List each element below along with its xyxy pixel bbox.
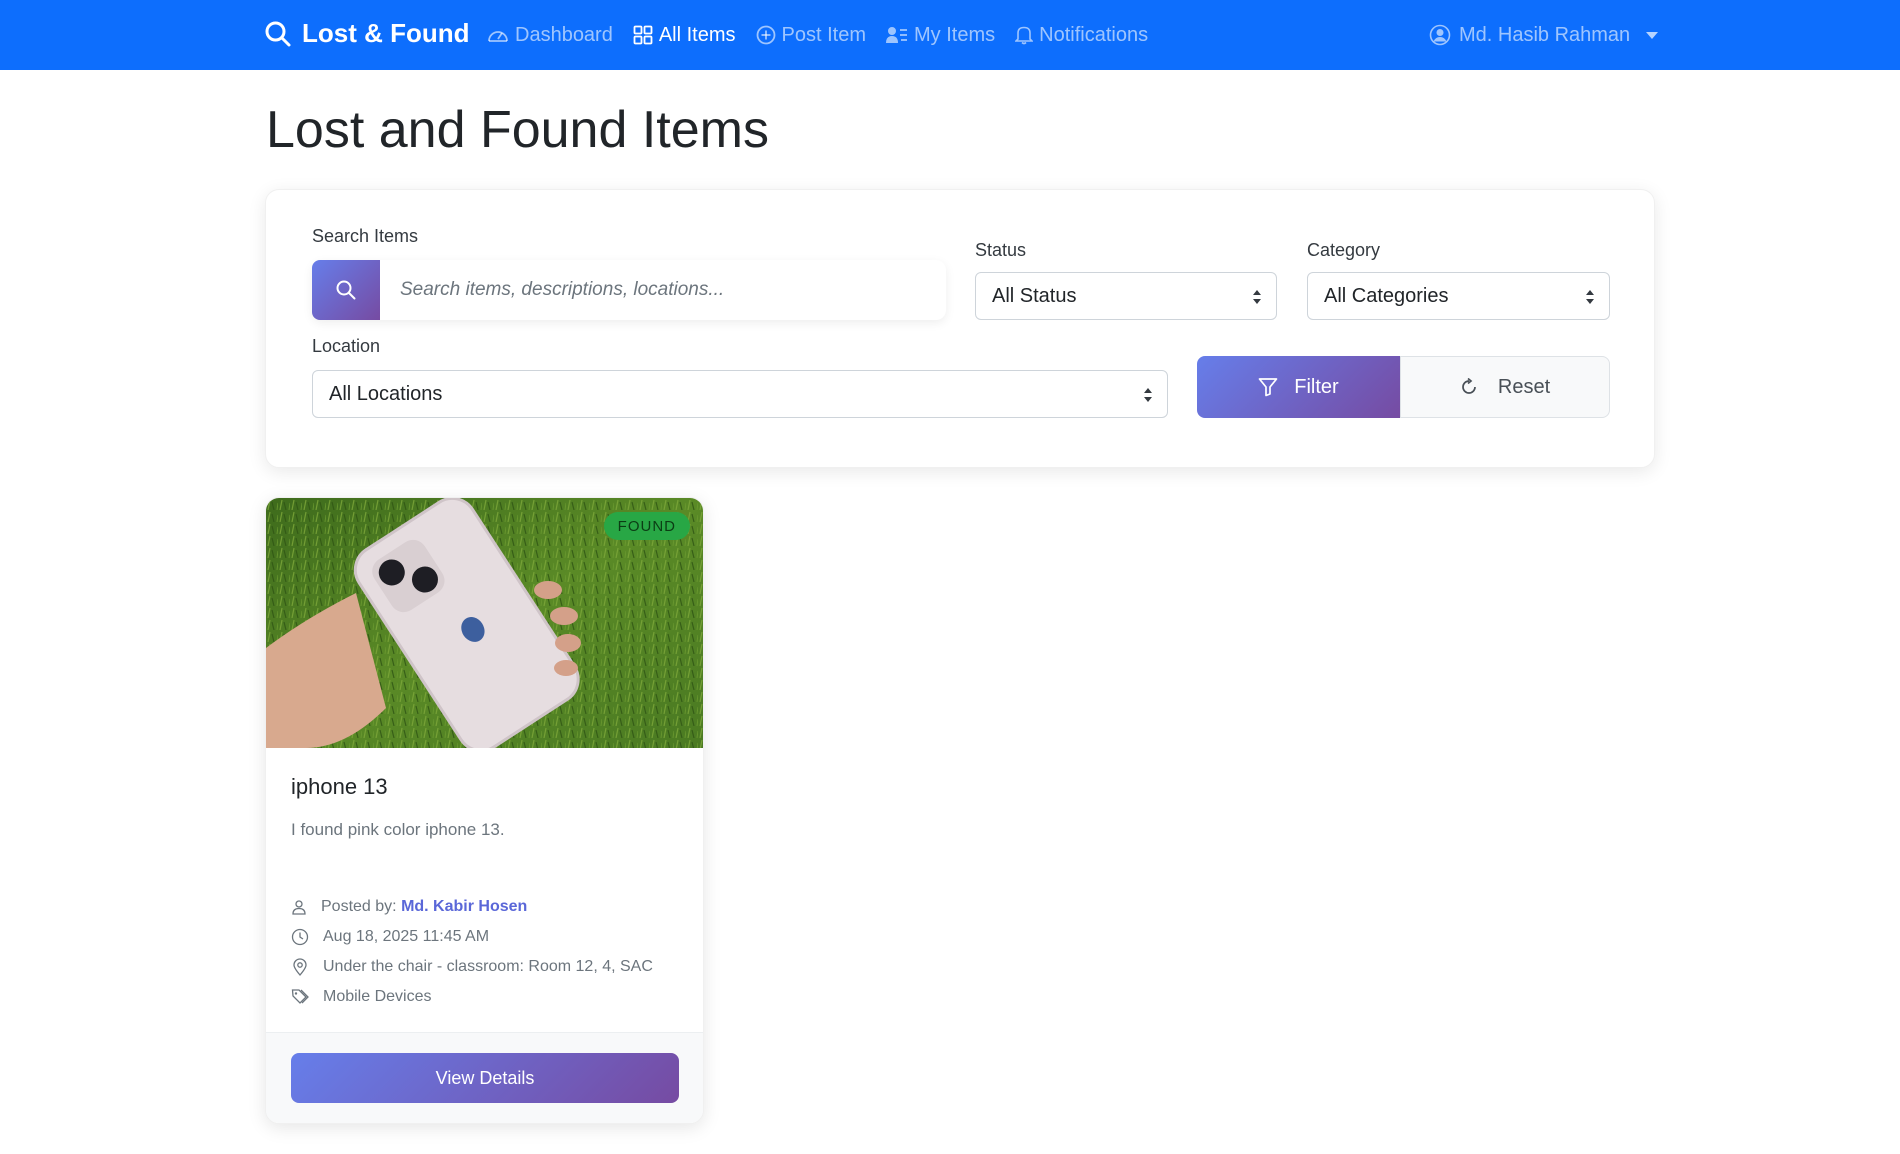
category-label: Category xyxy=(1307,240,1381,260)
search-button[interactable] xyxy=(312,260,380,320)
item-category-text: Mobile Devices xyxy=(323,988,432,1005)
card-footer: View Details xyxy=(266,1032,703,1123)
grid-icon xyxy=(633,25,653,45)
user-name: Md. Hasib Rahman xyxy=(1459,23,1631,46)
location-select[interactable]: All Locations xyxy=(312,370,1168,418)
item-date-text: Aug 18, 2025 11:45 AM xyxy=(323,928,490,945)
filter-button-label: Filter xyxy=(1294,375,1339,398)
category-select-value: All Categories xyxy=(1324,284,1449,307)
item-description: I found pink color iphone 13. xyxy=(291,820,505,839)
view-details-button[interactable]: View Details xyxy=(291,1053,679,1103)
item-posted-by: Posted by: Md. Kabir Hosen xyxy=(291,898,527,916)
chevron-down-icon xyxy=(1646,31,1659,39)
nav-label-post-item: Post Item xyxy=(781,23,867,46)
clock-icon xyxy=(291,928,309,946)
nav-label-all-items: All Items xyxy=(658,23,736,46)
select-arrows-icon xyxy=(1253,290,1261,304)
bell-icon xyxy=(1015,26,1034,45)
nav-item-post-item[interactable]: Post Item xyxy=(756,24,866,47)
funnel-icon xyxy=(1258,378,1278,397)
refresh-icon xyxy=(1462,378,1476,394)
filter-button[interactable]: Filter xyxy=(1197,356,1400,418)
search-label: Search Items xyxy=(312,226,419,246)
search-icon xyxy=(265,21,291,46)
location-select-value: All Locations xyxy=(329,382,443,405)
item-title: iphone 13 xyxy=(291,774,388,799)
brand-name: Lost & Found xyxy=(302,18,470,48)
search-group xyxy=(312,260,946,320)
nav-item-dashboard[interactable]: Dashboard xyxy=(487,24,613,47)
search-icon xyxy=(336,280,356,300)
status-select[interactable]: All Status xyxy=(975,272,1277,320)
nav-item-all-items[interactable]: All Items xyxy=(633,24,736,47)
status-select-value: All Status xyxy=(992,284,1077,307)
item-card: FOUND iphone 13 I found pink color iphon… xyxy=(265,497,704,1124)
location-label: Location xyxy=(312,336,381,356)
select-arrows-icon xyxy=(1586,290,1594,304)
nav-item-my-items[interactable]: My Items xyxy=(886,24,995,47)
item-location: Under the chair - classroom: Room 12, 4,… xyxy=(291,958,653,976)
page-title: Lost and Found Items xyxy=(266,101,769,159)
reset-button[interactable]: Reset xyxy=(1400,356,1610,418)
item-location-text: Under the chair - classroom: Room 12, 4,… xyxy=(323,958,653,975)
nav-menu: Dashboard All Items Post Item My Items N… xyxy=(487,0,1148,70)
tags-icon xyxy=(291,989,309,1004)
search-input[interactable] xyxy=(380,260,946,320)
nav-label-notifications: Notifications xyxy=(1039,23,1149,46)
select-arrows-icon xyxy=(1144,388,1152,402)
person-lines-icon xyxy=(886,27,908,43)
item-category: Mobile Devices xyxy=(291,988,431,1006)
person-circle-icon xyxy=(1429,24,1451,46)
person-icon xyxy=(292,900,306,915)
reset-button-label: Reset xyxy=(1497,375,1551,398)
location-pin-icon xyxy=(293,958,307,976)
plus-circle-icon xyxy=(756,25,775,45)
nav-label-my-items: My Items xyxy=(914,23,996,46)
category-select[interactable]: All Categories xyxy=(1307,272,1610,320)
nav-label-dashboard: Dashboard xyxy=(515,23,613,46)
navbar: Lost & Found Dashboard All Items Post It… xyxy=(0,0,1900,70)
status-badge: FOUND xyxy=(603,512,690,540)
brand-link[interactable]: Lost & Found xyxy=(264,18,470,49)
speedometer-icon xyxy=(488,31,508,42)
posted-by-label: Posted by: xyxy=(321,898,397,915)
filter-card: Search Items Status All Status Category … xyxy=(265,189,1655,468)
nav-item-notifications[interactable]: Notifications xyxy=(1015,24,1148,47)
status-label: Status xyxy=(975,240,1027,260)
user-menu[interactable]: Md. Hasib Rahman xyxy=(1429,0,1659,70)
poster-name-link[interactable]: Md. Kabir Hosen xyxy=(401,898,527,915)
item-date: Aug 18, 2025 11:45 AM xyxy=(291,928,489,946)
